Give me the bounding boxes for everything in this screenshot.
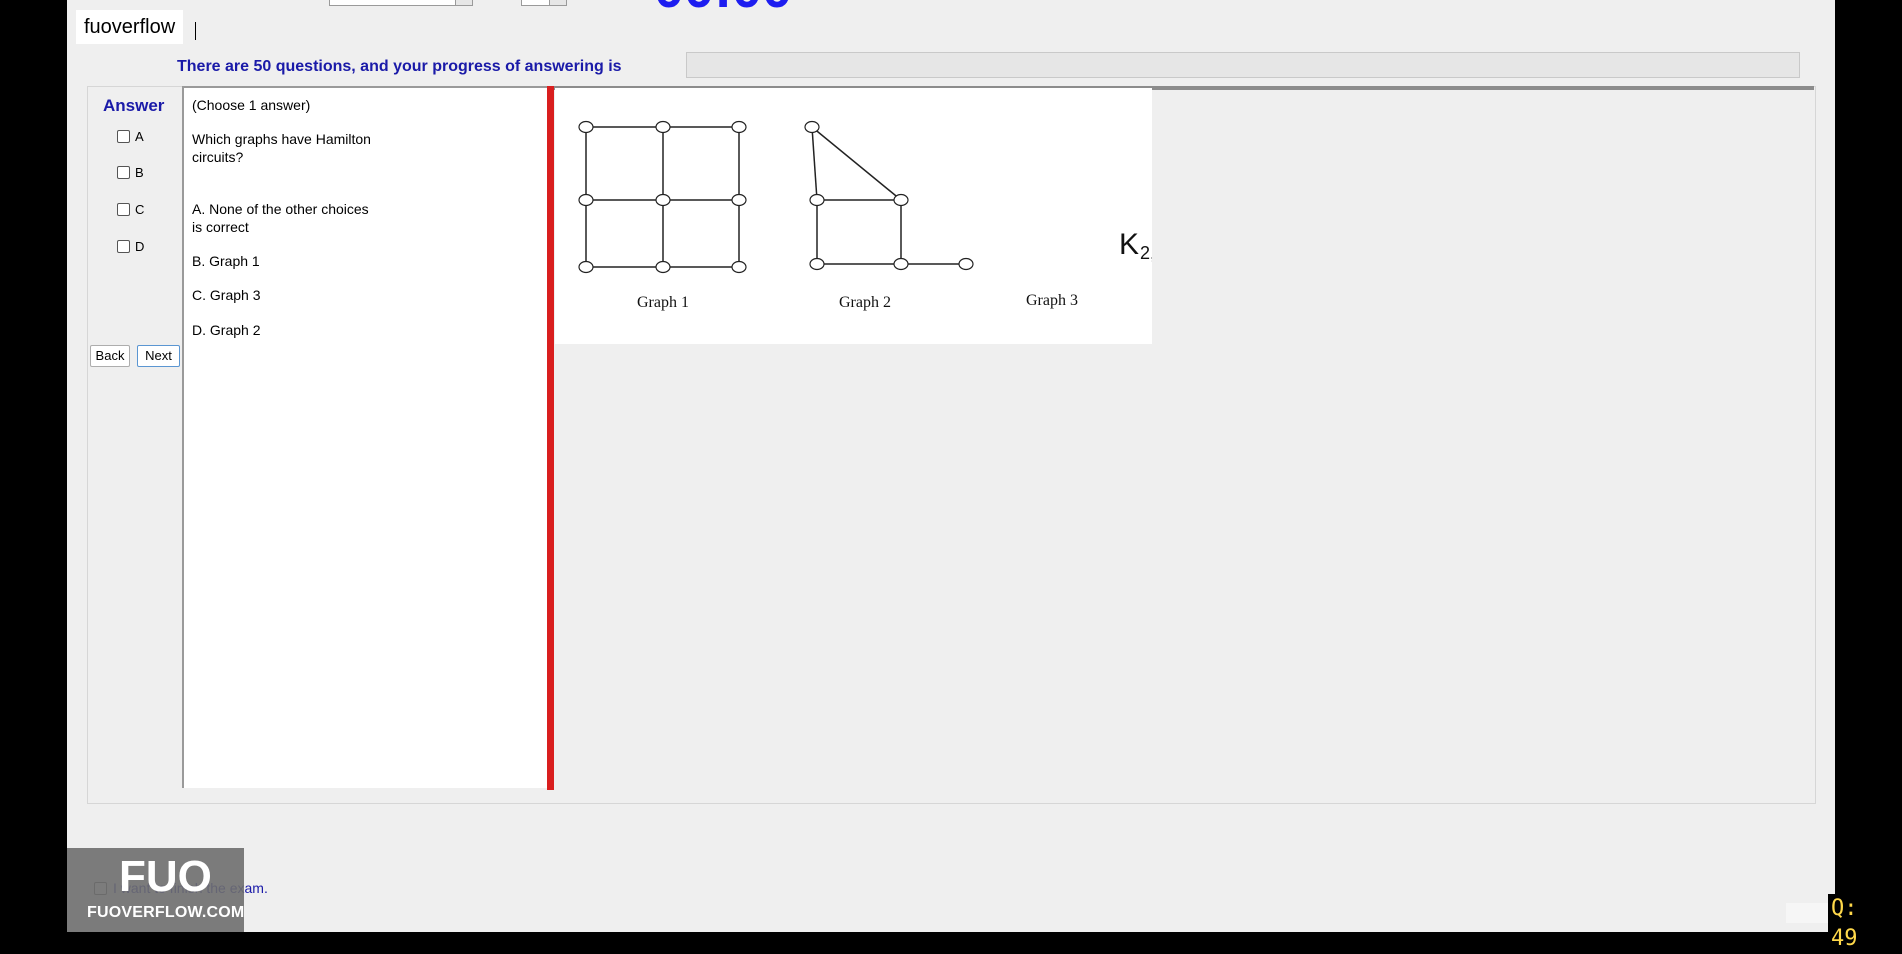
exam-timer: 00:00 bbox=[654, 0, 792, 16]
answer-title: Answer bbox=[103, 96, 165, 115]
watermark-logo: FUO FUOVERFLOW.COM bbox=[67, 848, 244, 932]
question-text-line: circuits? bbox=[192, 149, 244, 165]
graph-3-symbol: K bbox=[1119, 228, 1139, 261]
choice-c-text: C. Graph 3 bbox=[192, 287, 261, 303]
counter-backdrop bbox=[1786, 903, 1828, 923]
choice-a-text: is correct bbox=[192, 219, 249, 235]
answer-option-label: D bbox=[135, 238, 145, 254]
checkbox-b[interactable] bbox=[117, 165, 130, 179]
answer-option-label: C bbox=[135, 201, 145, 217]
back-button[interactable]: Back bbox=[90, 345, 130, 367]
chevron-down-icon[interactable] bbox=[455, 0, 472, 5]
graphs-figure: Graph 1 Graph 2 Graph 3 K 2,3 bbox=[578, 120, 1165, 311]
next-button[interactable]: Next bbox=[137, 345, 180, 367]
question-image: Graph 1 Graph 2 Graph 3 K 2,3 bbox=[555, 88, 1165, 344]
progress-bar bbox=[686, 52, 1800, 78]
question-text-box: (Choose 1 answer) Which graphs have Hami… bbox=[182, 86, 548, 788]
choice-a-text: A. None of the other choices bbox=[192, 201, 369, 217]
answer-option-label: A bbox=[135, 128, 144, 144]
checkbox-d[interactable] bbox=[117, 239, 130, 253]
logo-text: FUOVERFLOW.COM bbox=[87, 904, 245, 921]
top-combo-box[interactable] bbox=[329, 0, 473, 6]
answer-option-b[interactable]: B bbox=[117, 164, 144, 180]
answer-option-a[interactable]: A bbox=[117, 128, 144, 144]
question-counter: Q: 49 bbox=[1828, 894, 1861, 954]
graph-3-caption: Graph 3 bbox=[1026, 292, 1078, 309]
exam-window: 00:00 fuoverflow There are 50 questions,… bbox=[67, 0, 1861, 954]
top-box-button[interactable] bbox=[549, 0, 566, 5]
graph-2-vertices bbox=[804, 120, 974, 271]
checkbox-a[interactable] bbox=[117, 129, 130, 143]
logo-mark: FUO bbox=[119, 852, 212, 901]
graph-2-edges bbox=[811, 126, 966, 265]
graph-2-caption: Graph 2 bbox=[839, 294, 891, 311]
top-small-box[interactable] bbox=[521, 0, 567, 6]
answer-option-d[interactable]: D bbox=[117, 238, 144, 254]
choice-b-text: B. Graph 1 bbox=[192, 253, 260, 269]
text-cursor bbox=[195, 22, 196, 40]
checkbox-c[interactable] bbox=[117, 202, 130, 216]
question-text-line: Which graphs have Hamilton bbox=[192, 131, 371, 147]
progress-label: There are 50 questions, and your progres… bbox=[177, 58, 622, 75]
choice-d-text: D. Graph 2 bbox=[192, 322, 261, 338]
splitter-divider[interactable] bbox=[547, 86, 554, 790]
graph-1-caption: Graph 1 bbox=[637, 294, 689, 311]
answer-option-label: B bbox=[135, 164, 144, 180]
brand-tag: fuoverflow bbox=[76, 10, 184, 44]
answer-option-c[interactable]: C bbox=[117, 201, 144, 217]
question-instruction: (Choose 1 answer) bbox=[192, 97, 311, 113]
graph-3-subscript: 2,3 bbox=[1140, 243, 1152, 263]
